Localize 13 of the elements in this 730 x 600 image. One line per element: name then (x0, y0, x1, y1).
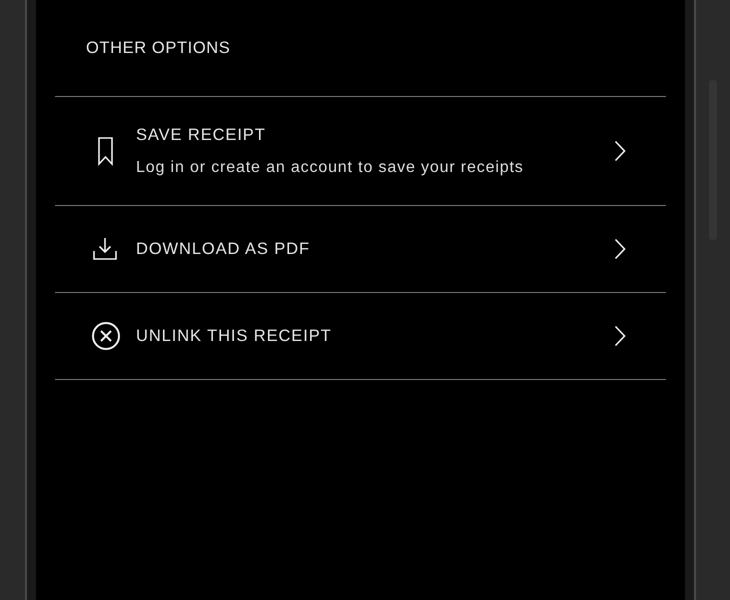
option-description: Log in or create an account to save your receipts (136, 158, 525, 178)
option-title: UNLINK THIS RECEIPT (136, 326, 333, 346)
chevron-right-icon (614, 325, 626, 347)
download-icon (91, 235, 119, 263)
section-title: OTHER OPTIONS (85, 38, 232, 59)
option-title: DOWNLOAD AS PDF (136, 239, 311, 259)
close-circle-icon (91, 321, 121, 351)
chevron-right-icon (614, 140, 626, 162)
chevron-right-icon (614, 238, 626, 260)
option-row[interactable]: DOWNLOAD AS PDF (55, 206, 666, 293)
option-row[interactable]: UNLINK THIS RECEIPT (55, 293, 666, 380)
option-title: SAVE RECEIPT (136, 124, 267, 144)
option-row[interactable]: SAVE RECEIPT Log in or create an account to save your receipts (55, 97, 666, 206)
